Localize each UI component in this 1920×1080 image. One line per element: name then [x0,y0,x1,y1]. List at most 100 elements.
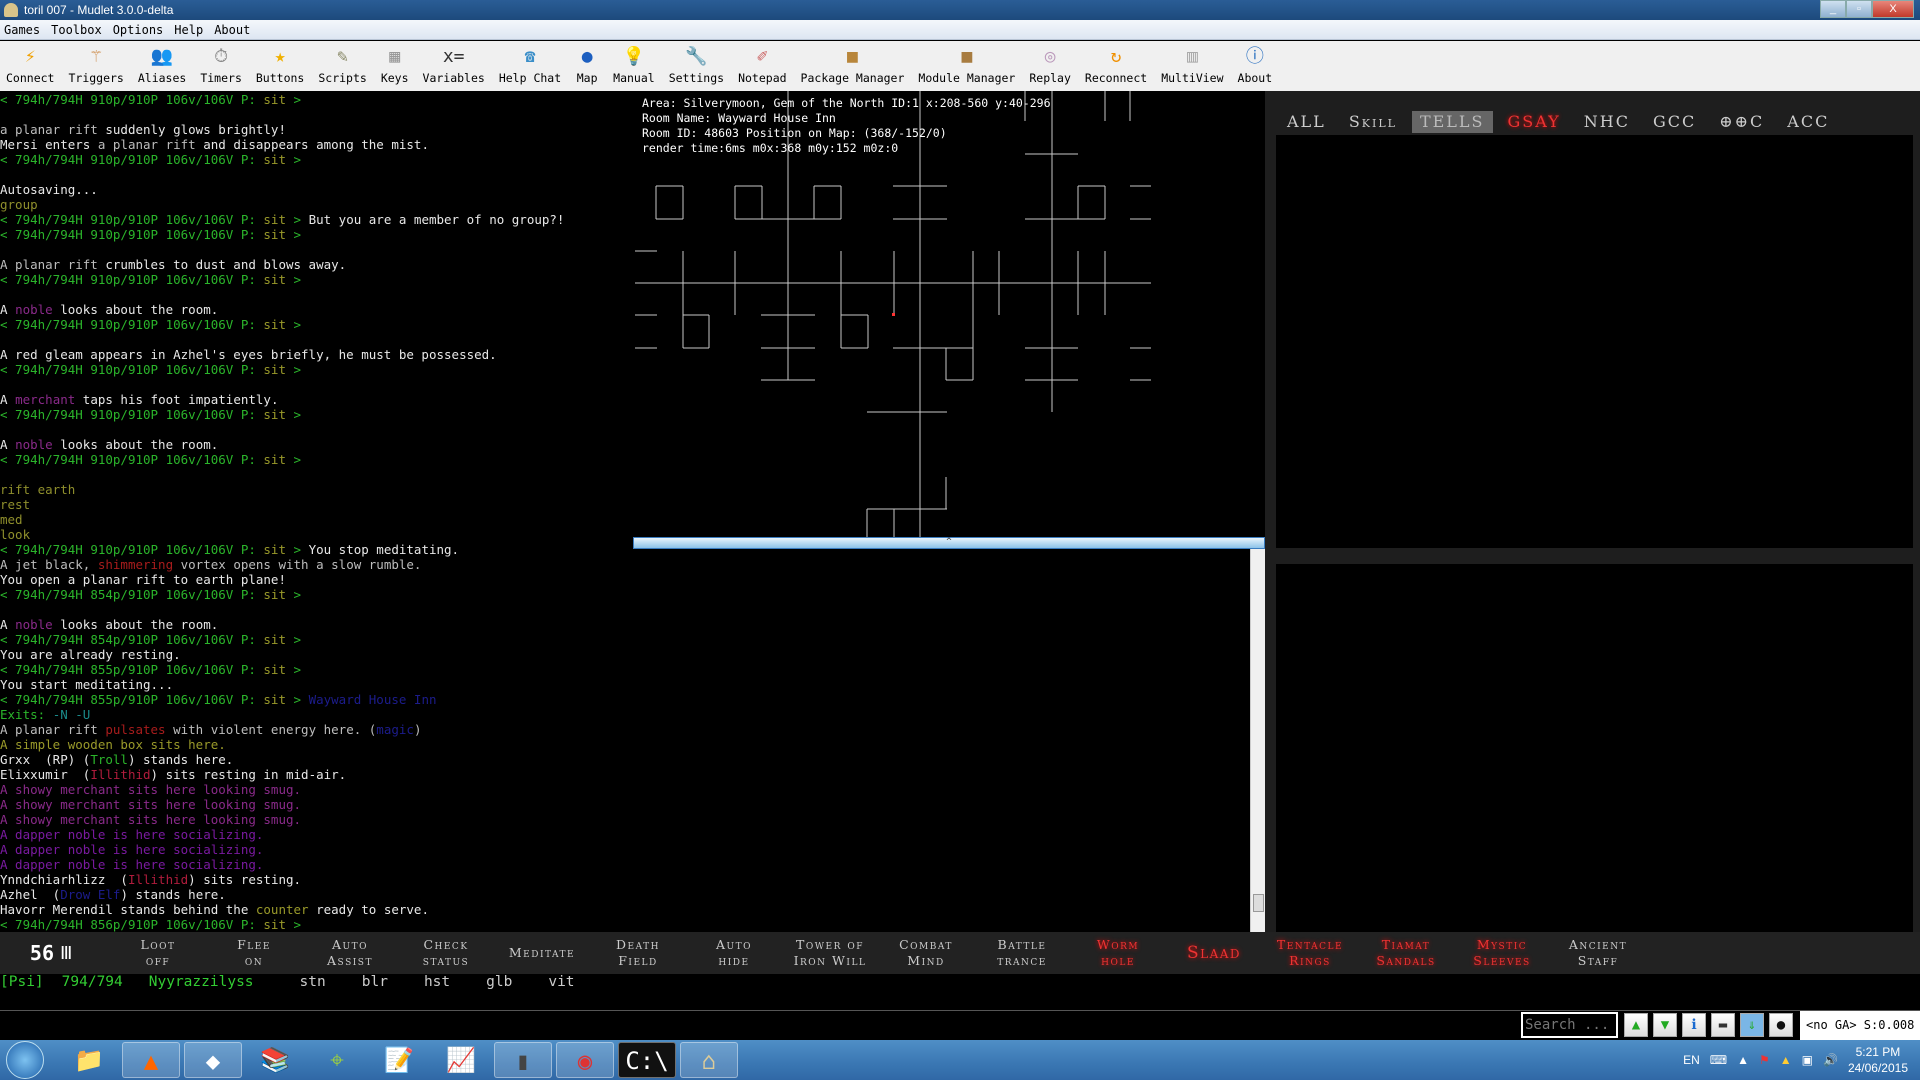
emergency-stop-icon[interactable]: ● [1769,1013,1793,1037]
chat-tab-7[interactable]: ACC [1779,111,1837,133]
variables-button[interactable]: x= Variables [423,41,485,91]
reconnect-button[interactable]: ↻ Reconnect [1085,41,1147,91]
console-splitter[interactable]: ^ [633,537,1265,549]
kodi-icon[interactable]: ◆ [184,1042,242,1078]
console-line: Azhel (Drow Elf) stands here. [0,887,632,902]
info-icon[interactable]: ℹ [1682,1013,1706,1037]
action-button-tower-of-iron-will[interactable]: Tower of Iron Will [782,937,878,969]
language-indicator[interactable]: EN [1683,1053,1700,1067]
action-button-worm-hole[interactable]: Worm hole [1070,937,1166,969]
action-button-tentacle-rings[interactable]: Tentacle Rings [1262,937,1358,969]
drive-icon[interactable]: ▲ [1780,1053,1792,1067]
scroll-up-icon[interactable]: ▲ [1624,1013,1648,1037]
clock[interactable]: 5:21 PM 24/06/2015 [1848,1044,1908,1076]
action-center-icon[interactable]: ⚑ [1759,1053,1770,1067]
timestamp-icon[interactable]: ▬ [1711,1013,1735,1037]
manual-button[interactable]: 💡 Manual [613,41,655,91]
action-button-combat-mind[interactable]: Combat Mind [878,937,974,969]
maximize-button[interactable]: ▫ [1846,0,1872,18]
triggers-button[interactable]: ⚚ Triggers [68,41,123,91]
close-button[interactable]: X [1872,0,1914,18]
map-canvas[interactable] [632,91,1265,537]
action-button-auto-assist[interactable]: Auto Assist [302,937,398,969]
menu-games[interactable]: Games [4,23,40,37]
text-segment: A planar rift [0,257,98,272]
spell-indicator: stn [299,974,326,990]
android-studio-icon[interactable]: ⌖ [308,1042,366,1078]
menu-about[interactable]: About [214,23,250,37]
package-manager-button[interactable]: ■ Package Manager [801,41,905,91]
taskbar: 📁 ▲ ◆ 📚 ⌖ 📝 📈 ▮ ◉ C:\ ⌂ EN ⌨ ▲ ⚑ ▲ ▣ 🔊 5… [0,1040,1920,1080]
toolbar-label: Manual [613,71,655,85]
menu-options[interactable]: Options [113,23,164,37]
notepadpp-icon[interactable]: 📝 [370,1042,428,1078]
action-button-death-field[interactable]: Death Field [590,937,686,969]
action-button-meditate[interactable]: Meditate [494,945,590,961]
minimize-button[interactable]: _ [1820,0,1846,18]
volume-icon[interactable]: 🔊 [1823,1053,1838,1067]
cmd-icon[interactable]: C:\ [618,1042,676,1078]
chat-tab-3[interactable]: GSAY [1500,111,1569,133]
scripts-button[interactable]: ✎ Scripts [318,41,366,91]
command-input[interactable] [0,1011,1520,1039]
map-button[interactable]: ● Map [575,41,599,91]
scrollbar-thumb[interactable] [1253,894,1264,912]
scroll-down-icon[interactable]: ▼ [1653,1013,1677,1037]
search-input[interactable] [1521,1012,1618,1038]
chat-tab-4[interactable]: NHC [1576,111,1638,133]
database-icon[interactable]: ▮ [494,1042,552,1078]
chat-tab-0[interactable]: ALL [1279,111,1334,133]
about-button[interactable]: ⓘ About [1238,41,1273,91]
action-button-mystic-sleeves[interactable]: Mystic Sleeves [1454,937,1550,969]
scrollbar[interactable] [1250,549,1265,932]
action-button-auto-hide[interactable]: Auto hide [686,937,782,969]
settings-button[interactable]: 🔧 Settings [669,41,724,91]
action-button-loot-off[interactable]: Loot off [110,937,206,969]
chrome-icon[interactable]: ◉ [556,1042,614,1078]
mudlet-taskbar-icon[interactable]: ⌂ [680,1042,738,1078]
keyboard-icon[interactable]: ⌨ [1710,1053,1727,1067]
action-button-check-status[interactable]: Check status [398,937,494,969]
library-icon[interactable]: 📚 [246,1042,304,1078]
log-icon[interactable]: ⇓ [1740,1013,1764,1037]
chat-tab-6[interactable]: ⊕⊕C [1711,111,1772,133]
aliases-button[interactable]: 👥 Aliases [138,41,186,91]
connect-button[interactable]: ⚡ Connect [6,41,54,91]
action-button-slaad[interactable]: Slaad [1166,945,1262,962]
lower-console[interactable] [632,549,1265,932]
menu-toolbox[interactable]: Toolbox [51,23,102,37]
chat-tab-2[interactable]: TELLS [1411,111,1493,133]
timers-button[interactable]: ⏱ Timers [200,41,242,91]
menu-help[interactable]: Help [174,23,203,37]
console-line: A showy merchant sits here looking smug. [0,812,632,827]
action-button-flee-on[interactable]: Flee on [206,937,302,969]
vlc-icon[interactable]: ▲ [122,1042,180,1078]
chat-tab-1[interactable]: Skill [1341,111,1405,133]
prompt-segment: < 794h/794H [0,542,91,557]
prompt-segment: < 794h/794H [0,692,91,707]
chat-window[interactable] [1276,135,1913,548]
prompt-segment: < 794h/794H [0,362,91,377]
buttons-button[interactable]: ★ Buttons [256,41,304,91]
action-button-tiamat-sandals[interactable]: Tiamat Sandals [1358,937,1454,969]
finance-icon[interactable]: 📈 [432,1042,490,1078]
module-manager-button[interactable]: ■ Module Manager [918,41,1015,91]
tray-expand-icon[interactable]: ▲ [1737,1053,1749,1067]
chat-tab-5[interactable]: GCC [1645,111,1704,133]
action-button-battle-trance[interactable]: Battle trance [974,937,1070,969]
prompt-segment: 106v/106V P: [158,92,264,107]
start-button[interactable] [6,1041,44,1079]
multiview-button[interactable]: ▥ MultiView [1161,41,1223,91]
main-console[interactable]: < 794h/794H 910p/910P 106v/106V P: sit >… [0,91,632,932]
secondary-window[interactable] [1276,564,1913,932]
notepad-button[interactable]: ✐ Notepad [738,41,786,91]
prompt-segment: < 794h/794H [0,272,91,287]
help-chat-button[interactable]: ☎ Help Chat [499,41,561,91]
replay-button[interactable]: ◎ Replay [1029,41,1071,91]
network-icon[interactable]: ▣ [1802,1053,1813,1067]
mapper[interactable]: Area: Silverymoon, Gem of the North ID:1… [632,91,1265,537]
text-segment: Illithid [127,872,189,887]
action-button-ancient-staff[interactable]: Ancient Staff [1550,937,1646,969]
explorer-icon[interactable]: 📁 [60,1042,118,1078]
keys-button[interactable]: ▦ Keys [381,41,409,91]
